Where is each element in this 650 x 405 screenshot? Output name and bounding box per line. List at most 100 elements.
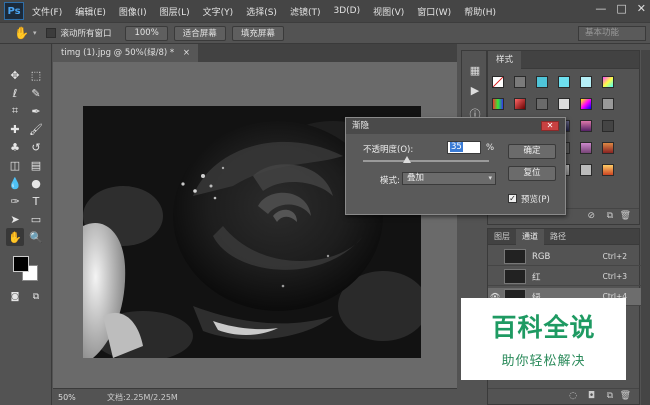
fit-screen-button[interactable]: 适合屏幕 [173,25,226,41]
scroll-all-windows-checkbox[interactable] [46,28,57,38]
zoom-level[interactable]: 50% [53,393,81,402]
gradient-tool-icon[interactable]: ▤ [27,156,45,174]
style-preset-swatch[interactable] [580,142,592,154]
menu-edit[interactable]: 编辑(E) [75,5,106,18]
menu-type[interactable]: 文字(Y) [203,5,234,18]
style-preset-swatch[interactable] [602,98,614,110]
dodge-tool-icon[interactable]: ● [27,174,45,192]
stamp-tool-icon[interactable]: ♣ [6,138,24,156]
style-preset-swatch[interactable] [536,76,548,88]
window-controls: — □ ✕ [595,2,646,15]
mode-label: 模式: [380,176,400,186]
channel-row-red[interactable]: 红 Ctrl+3 [488,268,641,286]
blur-tool-icon[interactable]: 💧 [6,174,24,192]
close-icon[interactable]: ✕ [541,121,559,131]
preview-label: 预览(P) [521,195,550,205]
menu-layer[interactable]: 图层(L) [160,5,190,18]
preview-checkbox[interactable]: ✓ [508,194,517,203]
clear-style-icon[interactable]: ⊘ [587,211,595,221]
new-channel-icon[interactable]: ⧉ [607,391,613,401]
style-preset-swatch[interactable] [602,120,614,132]
foreground-color-swatch[interactable] [13,256,29,272]
tab-paths[interactable]: 路径 [544,229,572,245]
type-tool-icon[interactable]: T [27,192,45,210]
hand-tool-icon[interactable]: ✋ [6,228,24,246]
brush-tool-icon[interactable]: 🖌 [27,120,45,138]
menu-help[interactable]: 帮助(H) [464,5,496,18]
eyedropper-tool-icon[interactable]: ✒ [27,102,45,120]
style-preset-swatch[interactable] [580,120,592,132]
style-preset-swatch[interactable] [536,98,548,110]
style-preset-swatch[interactable] [492,98,504,110]
maximize-icon[interactable]: □ [616,2,626,15]
ok-button[interactable]: 确定 [508,144,556,159]
shape-tool-icon[interactable]: ▭ [27,210,45,228]
style-preset-swatch[interactable] [580,98,592,110]
delete-channel-icon[interactable]: 🗑 [620,391,631,401]
options-bar: ✋ ▾ 滚动所有窗口 100% 适合屏幕 填充屏幕 基本功能 [0,22,650,44]
reset-button[interactable]: 复位 [508,166,556,181]
workspace-select[interactable]: 基本功能 [578,26,646,41]
document-size[interactable]: 文档:2.25M/2.25M [107,392,178,403]
menu-view[interactable]: 视图(V) [373,5,404,18]
move-tool-icon[interactable]: ✥ [6,66,24,84]
menu-select[interactable]: 选择(S) [246,5,277,18]
zoom-tool-icon[interactable]: 🔍 [27,228,45,246]
chevron-down-icon[interactable]: ▾ [33,29,37,37]
style-preset-swatch[interactable] [602,164,614,176]
channel-name: RGB [532,251,551,262]
style-preset-swatch[interactable] [558,98,570,110]
style-preset-swatch[interactable] [514,76,526,88]
quick-mask-icon[interactable]: ◙ [6,288,24,306]
blend-mode-value: 叠加 [407,173,425,183]
fill-screen-button[interactable]: 填充屏幕 [231,25,284,41]
menu-image[interactable]: 图像(I) [119,5,147,18]
load-selection-icon[interactable]: ◌ [569,391,577,401]
opacity-input[interactable]: 35 [447,141,481,154]
document-tab-bar: timg (1).jpg @ 50%(绿/8) * × [53,44,457,62]
styles-tab-bar: 样式 [488,51,639,69]
tab-layers[interactable]: 图层 [488,229,516,245]
minimize-icon[interactable]: — [595,2,606,15]
fade-dialog-title: 渐隐 [352,121,370,131]
canvas-area[interactable] [53,62,457,388]
close-icon[interactable]: ✕ [637,2,646,15]
lasso-tool-icon[interactable]: ℓ [6,84,24,102]
menu-filter[interactable]: 滤镜(T) [290,5,321,18]
style-preset-swatch[interactable] [602,76,614,88]
zoom-100-button[interactable]: 100% [125,25,168,41]
style-preset-swatch[interactable] [492,76,504,88]
healing-tool-icon[interactable]: ✚ [6,120,24,138]
panel-scroll-strip[interactable] [641,50,650,405]
fade-dialog-titlebar[interactable]: 渐隐 ✕ [346,118,565,134]
style-preset-swatch[interactable] [558,76,570,88]
marquee-tool-icon[interactable]: ⬚ [27,66,45,84]
document-tab-close-icon[interactable]: × [183,48,190,58]
menu-window[interactable]: 窗口(W) [417,5,451,18]
style-preset-swatch[interactable] [580,76,592,88]
menu-file[interactable]: 文件(F) [32,5,62,18]
pen-tool-icon[interactable]: ✑ [6,192,24,210]
actions-panel-icon[interactable]: ▶ [468,83,482,97]
quick-select-tool-icon[interactable]: ✎ [27,84,45,102]
eraser-tool-icon[interactable]: ◫ [6,156,24,174]
document-tab[interactable]: timg (1).jpg @ 50%(绿/8) * × [53,44,198,62]
menu-3d[interactable]: 3D(D) [333,6,360,16]
style-preset-swatch[interactable] [580,164,592,176]
channel-row-rgb[interactable]: RGB Ctrl+2 [488,248,641,266]
blend-mode-select[interactable]: 叠加 ▾ [402,172,496,185]
opacity-slider-track[interactable] [363,160,489,162]
history-brush-tool-icon[interactable]: ↺ [27,138,45,156]
delete-style-icon[interactable]: 🗑 [620,211,631,221]
tab-styles[interactable]: 样式 [488,51,522,69]
new-style-icon[interactable]: ⧉ [607,211,613,221]
opacity-slider-thumb[interactable] [403,156,412,163]
crop-tool-icon[interactable]: ⌗ [6,102,24,120]
style-preset-swatch[interactable] [602,142,614,154]
style-preset-swatch[interactable] [514,98,526,110]
tab-channels[interactable]: 通道 [516,229,544,245]
save-selection-icon[interactable]: ◘ [588,391,595,401]
history-panel-icon[interactable]: ▦ [468,63,482,77]
screen-mode-icon[interactable]: ⧉ [27,288,45,306]
path-select-tool-icon[interactable]: ➤ [6,210,24,228]
